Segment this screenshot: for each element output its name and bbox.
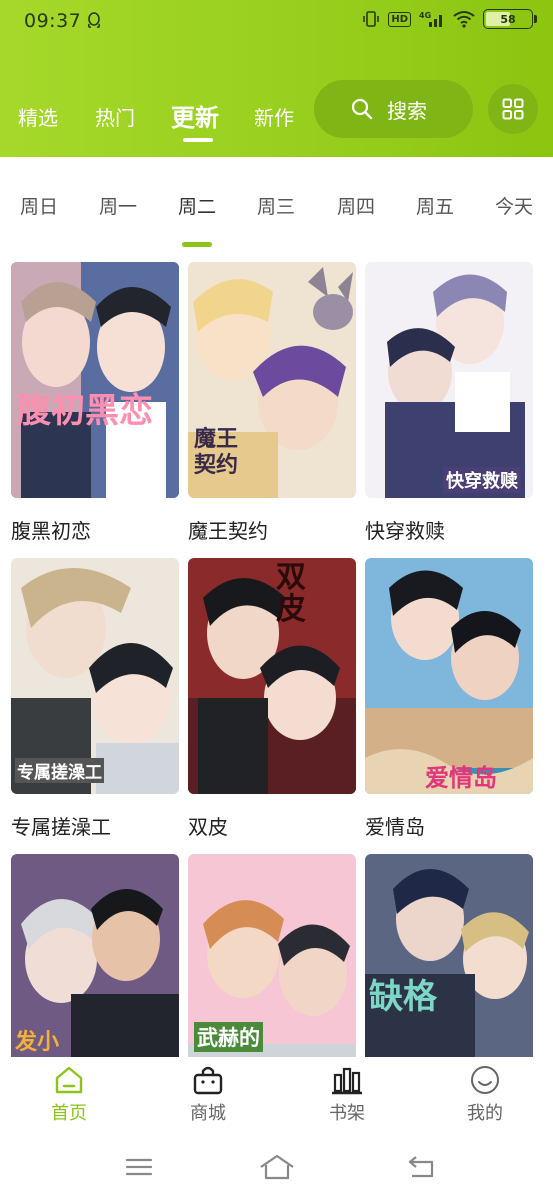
menu-icon[interactable]: [125, 1153, 153, 1181]
comic-cover[interactable]: 缺格: [365, 854, 533, 1057]
day-tab-sunday[interactable]: 周日: [20, 192, 58, 219]
cover-text: 快穿救赎: [443, 467, 521, 493]
status-bar: 09:37 HD 4G 58: [0, 0, 553, 42]
comic-cover[interactable]: 双皮: [188, 558, 356, 794]
nav-home-label: 首页: [51, 1103, 87, 1124]
back-icon[interactable]: [406, 1153, 436, 1181]
tab-popular[interactable]: 热门: [95, 102, 135, 131]
home-icon: [55, 1066, 83, 1094]
system-navigation-bar: [0, 1137, 553, 1200]
cover-text: 爱情岛: [425, 764, 497, 792]
comic-card[interactable]: 发小: [11, 854, 179, 1057]
active-tab-indicator: [183, 138, 213, 142]
comic-title: 魔王契约: [188, 519, 268, 543]
comic-grid: 腹初黑恋 腹黑初恋 魔王契约 魔王契约 快穿救赎 快穿救赎 专属搓澡工 专属搓澡…: [0, 262, 553, 1057]
tab-featured[interactable]: 精选: [18, 102, 58, 131]
wifi-icon: [453, 11, 475, 28]
bookshelf-icon: [332, 1067, 362, 1095]
cover-text: 腹初黑恋: [17, 391, 153, 431]
header: 09:37 HD 4G 58 精选 热门 更新 新作 搜索: [0, 0, 553, 157]
nav-profile-label: 我的: [467, 1103, 503, 1124]
nav-bookshelf-label: 书架: [329, 1103, 365, 1124]
comic-card[interactable]: 快穿救赎 快穿救赎: [365, 262, 533, 545]
battery-icon: 58: [483, 9, 537, 29]
nav-shop-label: 商城: [190, 1103, 226, 1124]
comic-card[interactable]: 专属搓澡工 专属搓澡工: [11, 558, 179, 841]
vibrate-icon: [363, 11, 380, 27]
active-day-indicator: [182, 242, 212, 247]
category-grid-button[interactable]: [488, 84, 538, 134]
search-icon: [351, 98, 373, 120]
tab-new-works[interactable]: 新作: [254, 102, 294, 131]
nav-profile[interactable]: 我的: [445, 1065, 525, 1125]
comic-card[interactable]: 双皮 双皮: [188, 558, 356, 841]
cover-text: 武赫的: [194, 1022, 263, 1052]
comic-title: 双皮: [188, 815, 228, 839]
hd-badge: HD: [388, 11, 411, 27]
comic-title: 专属搓澡工: [11, 815, 111, 839]
cover-text: 魔王契约: [194, 427, 239, 478]
status-icons: HD 4G 58: [362, 9, 537, 29]
signal-icon: 4G: [419, 11, 442, 27]
comic-cover[interactable]: 发小: [11, 854, 179, 1057]
comic-title: 快穿救赎: [365, 519, 445, 543]
comic-cover[interactable]: 快穿救赎: [365, 262, 533, 498]
svg-text:4G: 4G: [419, 11, 431, 20]
comic-cover[interactable]: 腹初黑恋: [11, 262, 179, 498]
home-outline-icon[interactable]: [259, 1153, 295, 1181]
comic-card[interactable]: 魔王契约 魔王契约: [188, 262, 356, 545]
cover-text: 双皮: [276, 560, 306, 627]
comic-cover[interactable]: 专属搓澡工: [11, 558, 179, 794]
comic-cover[interactable]: 武赫的: [188, 854, 356, 1057]
search-button[interactable]: 搜索: [314, 80, 473, 138]
status-time: 09:37: [24, 10, 82, 32]
cover-text: 发小: [15, 1030, 60, 1055]
cover-text: 缺格: [369, 977, 437, 1017]
bottom-nav: 首页 商城 书架 我的: [0, 1057, 553, 1137]
search-label: 搜索: [387, 98, 427, 123]
battery-level: 58: [500, 12, 516, 26]
comic-cover[interactable]: 魔王契约: [188, 262, 356, 498]
comic-card[interactable]: 缺格: [365, 854, 533, 1057]
nav-shop[interactable]: 商城: [168, 1065, 248, 1125]
comic-cover[interactable]: 爱情岛: [365, 558, 533, 794]
qq-icon: [87, 12, 101, 28]
comic-card[interactable]: 腹初黑恋 腹黑初恋: [11, 262, 179, 545]
day-tab-tuesday[interactable]: 周二: [178, 192, 216, 219]
nav-bookshelf[interactable]: 书架: [307, 1065, 387, 1125]
profile-smile-icon: [471, 1066, 499, 1094]
nav-home[interactable]: 首页: [29, 1065, 109, 1125]
comic-card[interactable]: 爱情岛 爱情岛: [365, 558, 533, 841]
day-tab-thursday[interactable]: 周四: [337, 192, 375, 219]
tab-updates[interactable]: 更新: [171, 98, 219, 133]
day-tab-today[interactable]: 今天: [495, 192, 533, 219]
day-tab-monday[interactable]: 周一: [99, 192, 137, 219]
comic-title: 腹黑初恋: [11, 519, 91, 543]
day-tab-friday[interactable]: 周五: [416, 192, 454, 219]
comic-title: 爱情岛: [365, 815, 425, 839]
shop-bag-icon: [193, 1066, 223, 1095]
cover-text: 专属搓澡工: [15, 758, 104, 783]
day-tab-wednesday[interactable]: 周三: [257, 192, 295, 219]
comic-card[interactable]: 武赫的: [188, 854, 356, 1057]
weekday-tabs: 周日 周一 周二 周三 周四 周五 今天: [0, 170, 553, 250]
grid-icon: [502, 98, 524, 120]
